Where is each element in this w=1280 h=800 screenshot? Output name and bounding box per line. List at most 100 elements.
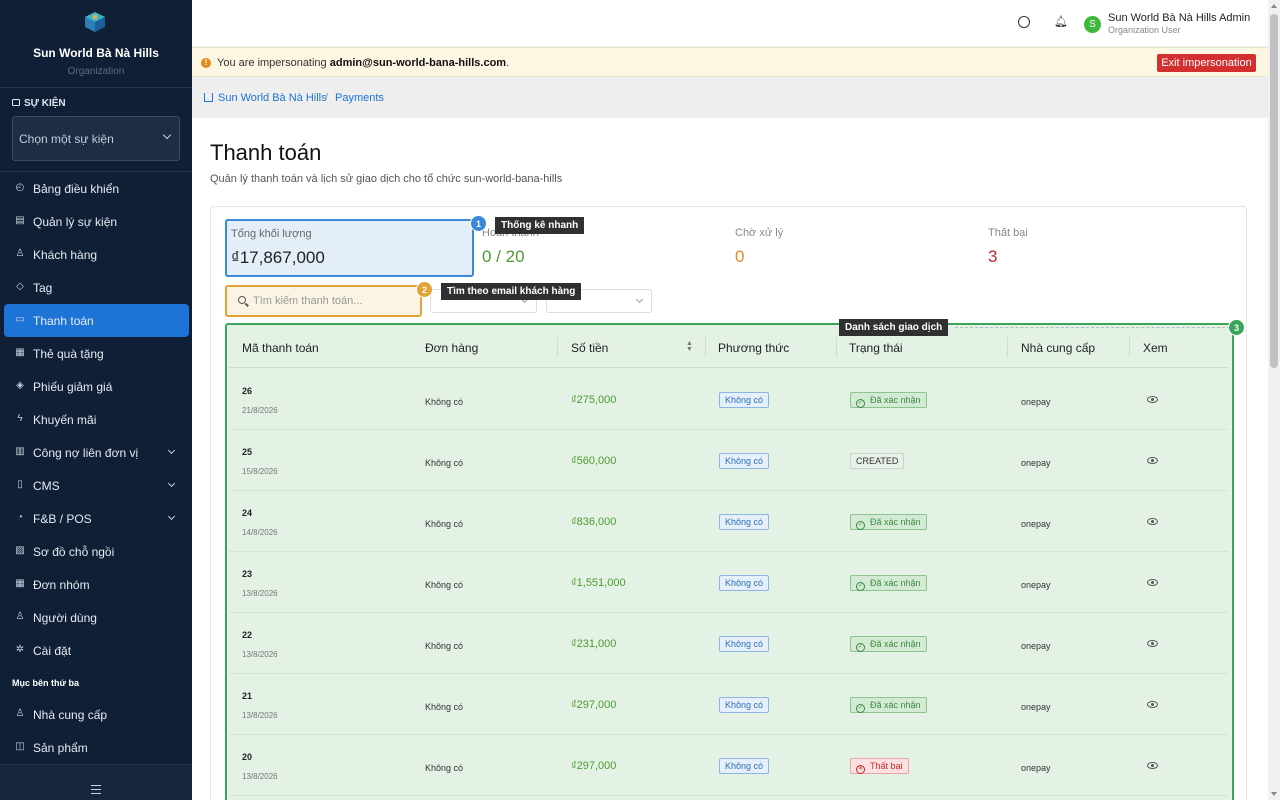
sidebar-item-label: Bảng điều khiển <box>33 181 120 196</box>
sidebar-item-label: Cài đặt <box>33 643 72 658</box>
sidebar-item[interactable]: ▤ Quản lý sự kiện <box>0 205 192 238</box>
eye-icon[interactable] <box>1147 579 1158 586</box>
eye-icon[interactable] <box>1147 640 1158 647</box>
calendar-icon: ▤ <box>15 215 25 226</box>
seat-map-icon: ▨ <box>15 545 25 556</box>
method-badge: Không có <box>719 514 770 530</box>
search-input[interactable]: Tìm kiếm thanh toán... <box>225 285 422 317</box>
sidebar-item[interactable]: ϟ Khuyến mãi <box>0 403 192 436</box>
eye-icon[interactable] <box>1147 518 1158 525</box>
eye-icon[interactable] <box>1147 762 1158 769</box>
sidebar-item[interactable]: ▭ Thanh toán <box>4 304 189 337</box>
status-icon: ✓ <box>856 582 865 591</box>
avatar[interactable]: S <box>1084 16 1101 33</box>
chevron-down-icon <box>167 479 176 488</box>
scroll-thumb[interactable] <box>1270 14 1278 368</box>
table-row[interactable]: 21 13/8/2026 Không có ₫297,000 Không có ✓ Đã x… <box>229 674 1228 735</box>
ledger-icon: ▥ <box>15 446 25 457</box>
status-label: Đã xác nhận <box>870 578 921 588</box>
method-badge: Không có <box>719 453 770 469</box>
sidebar-item-label: F&B / POS <box>33 511 92 526</box>
banner-suffix: . <box>506 57 510 69</box>
eye-icon[interactable] <box>1147 701 1158 708</box>
col-status: Trạng thái <box>849 341 903 355</box>
payment-date: 13/8/2026 <box>242 772 278 781</box>
sidebar-item[interactable]: ♙ Người dùng <box>0 601 192 634</box>
search-placeholder: Tìm kiếm thanh toán... <box>253 295 363 307</box>
brand-subtitle: Organization <box>67 66 125 77</box>
amount-cell: ₫297,000 <box>571 760 617 772</box>
sidebar-item[interactable]: ◇ Tag <box>0 271 192 304</box>
bell-icon[interactable]: 🔔︎ <box>1054 16 1068 28</box>
menu-icon <box>91 785 101 794</box>
col-order: Đơn hàng <box>425 341 479 355</box>
table-row[interactable]: 22 13/8/2026 Không có ₫231,000 Không có ✓ Đã x… <box>229 613 1228 674</box>
sidebar-item[interactable]: ▥ Công nợ liên đơn vị <box>0 436 192 469</box>
sidebar-item[interactable]: ▨ Sơ đồ chỗ ngồi <box>0 535 192 568</box>
amount-cell: ₫560,000 <box>571 455 617 467</box>
method-badge: Không có <box>719 392 770 408</box>
sidebar-item[interactable]: ▦ Thẻ quà tặng <box>0 337 192 370</box>
breadcrumb-current[interactable]: Payments <box>335 92 384 104</box>
table-row[interactable]: 25 15/8/2026 Không có ₫560,000 Không có CREAT… <box>229 430 1228 491</box>
payment-id: 22 <box>242 630 253 640</box>
page-subtitle: Quản lý thanh toán và lịch sử giao dịch … <box>210 173 563 185</box>
file-icon: ▯ <box>17 479 23 490</box>
globe-icon[interactable] <box>1018 16 1030 28</box>
eye-icon[interactable] <box>1147 396 1158 403</box>
provider-cell: onepay <box>1021 458 1051 468</box>
sidebar-item[interactable]: ◈ Phiếu giảm giá <box>0 370 192 403</box>
impersonation-banner: ! You are impersonating admin@sun-world-… <box>192 47 1268 77</box>
collapse-sidebar-button[interactable] <box>0 764 192 800</box>
search-icon <box>238 296 246 304</box>
sidebar-item-label: Công nợ liên đơn vị <box>33 445 139 460</box>
sidebar-item[interactable]: ▦ Đơn nhóm <box>0 568 192 601</box>
table-row[interactable]: 20 13/8/2026 Không có ₫297,000 Không có ✕ Thất… <box>229 735 1228 796</box>
status-label: Đã xác nhận <box>870 700 921 710</box>
breadcrumb-home[interactable]: Sun World Bà Nà Hills <box>218 92 327 104</box>
annotation-badge-3: 3 <box>1228 319 1245 336</box>
sidebar-item-label: Thẻ quà tặng <box>33 346 104 361</box>
event-select[interactable]: Chọn một sự kiện <box>12 116 180 161</box>
table-row[interactable]: 23 13/8/2026 Không có ₫1,551,000 Không có ✓ Đã… <box>229 552 1228 613</box>
stat-failed: Thất bại 3 <box>988 219 1028 277</box>
amount-cell: ₫275,000 <box>571 394 617 406</box>
sidebar-item[interactable]: ◴ Bảng điều khiển <box>0 172 192 205</box>
sidebar-item[interactable]: ♙ Khách hàng <box>0 238 192 271</box>
table-row[interactable]: 24 14/8/2026 Không có ₫836,000 Không có ✓ Đã x… <box>229 491 1228 552</box>
status-badge: ✓ Đã xác nhận <box>850 697 927 713</box>
third-party-nav: ♙ Nhà cung cấp ◫ Sản phẩm <box>0 698 192 764</box>
exit-impersonation-button[interactable]: Exit impersonation <box>1157 54 1256 72</box>
stat-label: Tổng khối lượng <box>231 228 312 240</box>
sidebar-item[interactable]: ♙ Nhà cung cấp <box>0 698 192 731</box>
amount-cell: ₫1,551,000 <box>571 577 626 589</box>
status-icon: ✓ <box>856 643 865 652</box>
payment-date: 21/8/2026 <box>242 406 278 415</box>
sidebar-item-label: Phiếu giảm giá <box>33 379 113 394</box>
amount-cell: ₫231,000 <box>571 638 617 650</box>
impersonation-message: You are impersonating admin@sun-world-ba… <box>217 57 509 69</box>
chevron-down-icon <box>167 512 176 521</box>
sidebar-item[interactable]: ◔ F&B / POS <box>0 502 192 535</box>
sidebar-item[interactable]: ◫ Sản phẩm <box>0 731 192 764</box>
status-badge: ✓ Đã xác nhận <box>850 392 927 408</box>
page-scrollbar[interactable] <box>1268 0 1280 800</box>
page-title: Thanh toán <box>210 140 322 165</box>
order-cell: Không có <box>425 580 464 590</box>
user-name[interactable]: Sun World Bà Nà Hills Admin <box>1108 12 1250 24</box>
sidebar-item[interactable]: ✲ Cài đặt <box>0 634 192 667</box>
table-row[interactable]: 26 21/8/2026 Không có ₫275,000 Không có ✓ Đã x… <box>229 369 1228 430</box>
sidebar-item[interactable]: ▯ CMS <box>0 469 192 502</box>
eye-icon[interactable] <box>1147 457 1158 464</box>
method-badge: Không có <box>719 758 770 774</box>
stat-value: 0 / 20 <box>482 247 525 266</box>
scroll-down-icon[interactable] <box>1271 792 1277 796</box>
stat-value: 3 <box>988 247 998 266</box>
col-amount[interactable]: Số tiền <box>571 341 608 355</box>
sort-icon[interactable]: ▲ ▼ <box>686 340 693 353</box>
amount-cell: ₫836,000 <box>571 516 617 528</box>
scroll-up-icon[interactable] <box>1271 4 1277 8</box>
column-divider <box>1007 337 1008 357</box>
status-icon: ✓ <box>856 521 865 530</box>
sidebar-item-label: Tag <box>33 280 53 295</box>
